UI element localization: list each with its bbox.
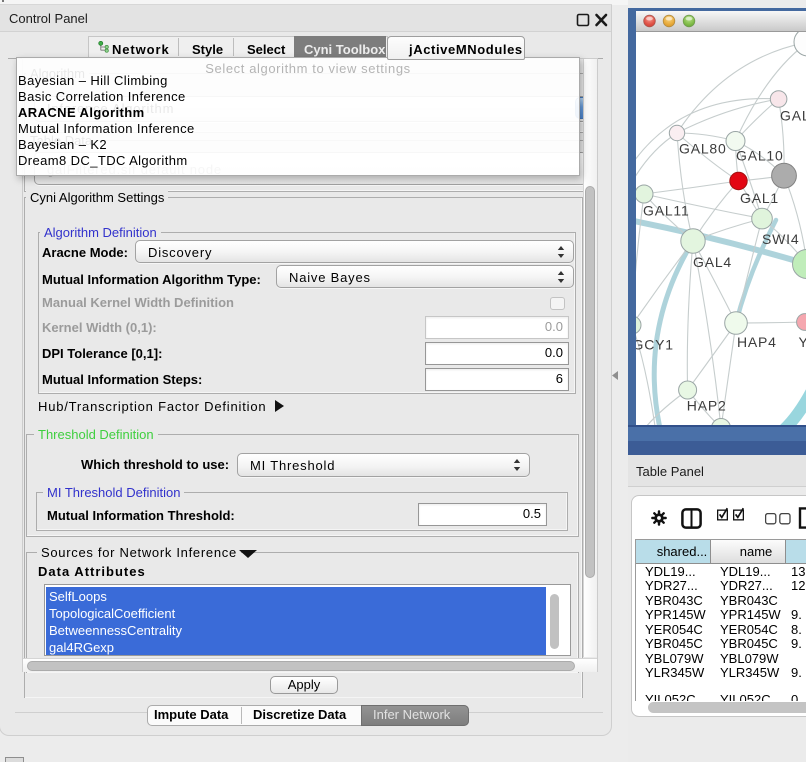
svg-text:SWI4: SWI4	[762, 231, 799, 247]
svg-text:HAP4: HAP4	[737, 334, 777, 350]
svg-text:GAL7: GAL7	[780, 108, 806, 124]
svg-text:GAL10: GAL10	[736, 148, 784, 164]
svg-text:GCY1: GCY1	[636, 337, 674, 353]
svg-text:GAL80: GAL80	[679, 141, 727, 157]
svg-text:HAP2: HAP2	[687, 398, 727, 414]
svg-text:GAL11: GAL11	[643, 203, 690, 219]
svg-text:GAL4: GAL4	[693, 254, 732, 270]
svg-text:Y: Y	[799, 334, 806, 350]
svg-text:GAL1: GAL1	[740, 190, 779, 206]
